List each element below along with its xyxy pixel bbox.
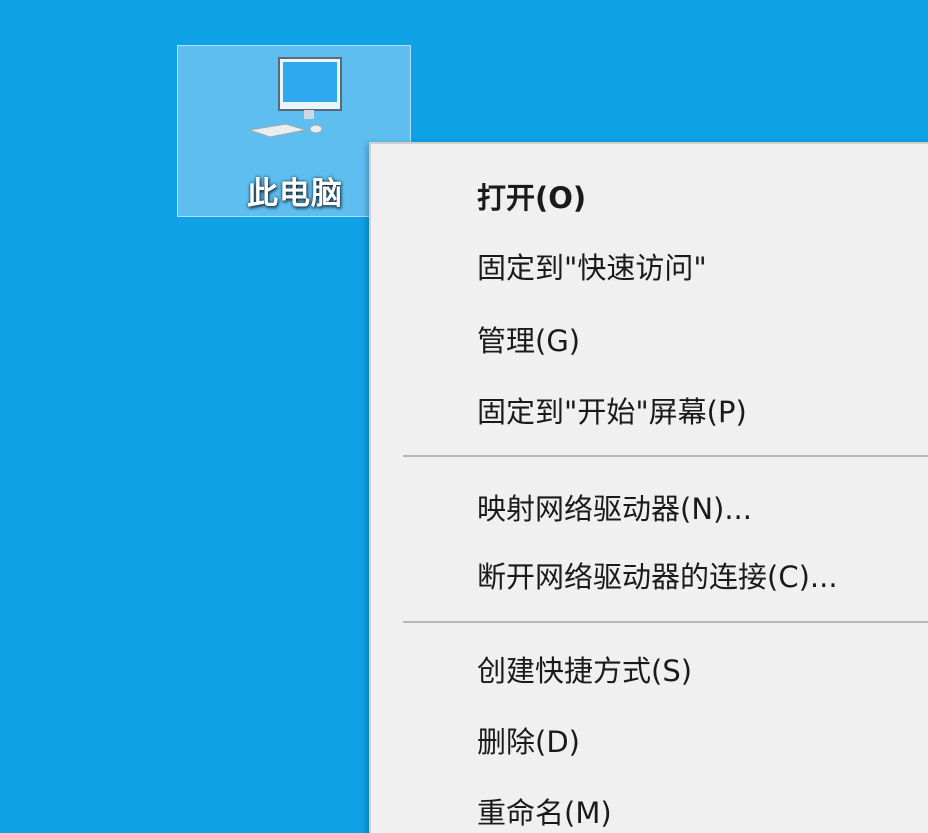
menu-item-pin-start[interactable]: 固定到"开始"屏幕(P) — [477, 387, 747, 437]
this-pc-icon — [248, 57, 342, 138]
menu-item-create-shortcut[interactable]: 创建快捷方式(S) — [477, 646, 692, 696]
menu-item-pin-quick-access[interactable]: 固定到"快速访问" — [477, 243, 707, 293]
menu-item-delete[interactable]: 删除(D) — [477, 717, 580, 767]
menu-item-rename[interactable]: 重命名(M) — [477, 788, 612, 833]
menu-separator — [403, 621, 928, 623]
desktop: 此电脑 打开(O) 固定到"快速访问" 管理(G) 固定到"开始"屏幕(P) 映… — [0, 0, 928, 833]
menu-item-open[interactable]: 打开(O) — [477, 173, 586, 223]
menu-item-map-network-drive[interactable]: 映射网络驱动器(N)... — [477, 484, 752, 534]
context-menu: 打开(O) 固定到"快速访问" 管理(G) 固定到"开始"屏幕(P) 映射网络驱… — [369, 142, 928, 833]
menu-item-disconnect-network-drive[interactable]: 断开网络驱动器的连接(C)... — [477, 552, 838, 602]
menu-item-manage[interactable]: 管理(G) — [477, 316, 580, 366]
menu-separator — [403, 455, 928, 457]
